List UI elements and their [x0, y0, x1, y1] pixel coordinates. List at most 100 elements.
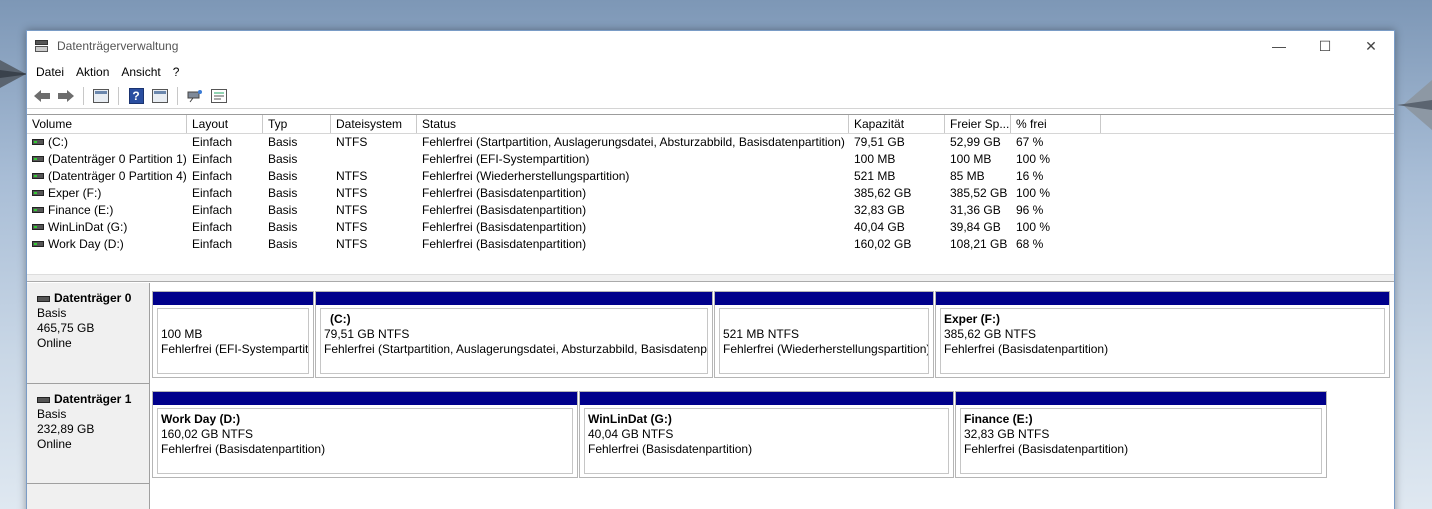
partition-bar: [715, 292, 933, 305]
partition-bar: [956, 392, 1326, 405]
partition-bar: [316, 292, 712, 305]
dateisystem-cell: NTFS: [336, 169, 368, 183]
partition-name: (C:): [330, 312, 351, 326]
layout-cell: Einfach: [192, 203, 233, 217]
column-header-prozent-frei[interactable]: % frei: [1011, 115, 1101, 133]
typ-cell: Basis: [268, 152, 298, 166]
freier-speicher-cell: 100 MB: [950, 152, 992, 166]
partition-size: 385,62 GB NTFS: [944, 327, 1037, 341]
volume-icon: [32, 156, 44, 162]
typ-cell: Basis: [268, 186, 298, 200]
volume-cell: (Datenträger 0 Partition 4): [27, 168, 187, 185]
partition-size: 32,83 GB NTFS: [964, 427, 1050, 441]
partition-c[interactable]: (C:) 79,51 GB NTFS Fehlerfrei (Startpart…: [315, 291, 713, 378]
column-header-layout[interactable]: Layout: [187, 115, 263, 133]
partition-bar: [580, 392, 953, 405]
volume-rows: (C:) Einfach Basis NTFS Fehlerfrei (Startpar…: [27, 134, 1394, 253]
disk-type: Basis: [37, 407, 67, 421]
volume-row[interactable]: Finance (E:) Einfach Basis NTFS Fehlerfrei (…: [27, 202, 1394, 219]
status-cell: Fehlerfrei (Basisdatenpartition): [422, 203, 587, 217]
prozent-frei-cell: 100 %: [1016, 220, 1051, 234]
partition-status: Fehlerfrei (Startpartition, Auslagerungs…: [324, 342, 708, 356]
partition-size: 100 MB: [161, 327, 203, 341]
partition-workday-d[interactable]: Work Day (D:) 160,02 GB NTFS Fehlerfrei …: [152, 391, 578, 478]
volume-name: (C:): [48, 135, 68, 149]
kapazitaet-cell: 160,02 GB: [854, 237, 912, 251]
volume-name: Exper (F:): [48, 186, 102, 200]
volume-row[interactable]: (Datenträger 0 Partition 4) Einfach Basis N…: [27, 168, 1394, 185]
disk-label-0[interactable]: Datenträger 0 Basis 465,75 GB Online: [27, 283, 150, 383]
disk-management-app-icon: [34, 39, 50, 53]
menu-help[interactable]: ?: [167, 65, 186, 79]
column-header-kapazitaet[interactable]: Kapazität: [849, 115, 945, 133]
disk-state: Online: [37, 336, 72, 350]
volume-row[interactable]: Exper (F:) Einfach Basis NTFS Fehlerfrei (Ba…: [27, 185, 1394, 202]
typ-cell: Basis: [268, 203, 298, 217]
disk-row-0: Datenträger 0 Basis 465,75 GB Online 100…: [27, 283, 1394, 383]
partition-efi[interactable]: 100 MB Fehlerfrei (EFI-Systempartition): [152, 291, 314, 378]
column-header-freier-speicher[interactable]: Freier Sp...: [945, 115, 1011, 133]
freier-speicher-cell: 31,36 GB: [950, 203, 1001, 217]
dateisystem-cell: NTFS: [336, 237, 368, 251]
partition-status: Fehlerfrei (Basisdatenpartition): [944, 342, 1109, 356]
menu-ansicht[interactable]: Ansicht: [115, 65, 166, 79]
kapazitaet-cell: 521 MB: [854, 169, 896, 183]
disk-size: 232,89 GB: [37, 422, 95, 436]
kapazitaet-cell: 40,04 GB: [854, 220, 905, 234]
horizontal-scrollbar[interactable]: [27, 274, 1394, 282]
maximize-button[interactable]: ☐: [1302, 31, 1348, 61]
disk-type: Basis: [37, 306, 67, 320]
disk-row-1: Datenträger 1 Basis 232,89 GB Online Wor…: [27, 383, 1394, 483]
volume-row[interactable]: Work Day (D:) Einfach Basis NTFS Fehlerfrei …: [27, 236, 1394, 253]
partition-exper-f[interactable]: Exper (F:) 385,62 GB NTFS Fehlerfrei (Ba…: [935, 291, 1390, 378]
column-header-volume[interactable]: Volume: [27, 115, 187, 133]
disk-label-1[interactable]: Datenträger 1 Basis 232,89 GB Online: [27, 383, 150, 483]
title-bar: Datenträgerverwaltung — ☐ ✕: [27, 31, 1394, 61]
volume-row[interactable]: WinLinDat (G:) Einfach Basis NTFS Fehlerfrei…: [27, 219, 1394, 236]
partition-winlindat-g[interactable]: WinLinDat (G:) 40,04 GB NTFS Fehlerfrei …: [579, 391, 954, 478]
column-header-typ[interactable]: Typ: [263, 115, 331, 133]
minimize-button[interactable]: —: [1256, 31, 1302, 61]
close-button[interactable]: ✕: [1348, 31, 1394, 61]
column-header-dateisystem[interactable]: Dateisystem: [331, 115, 417, 133]
partition-status: Fehlerfrei (EFI-Systempartition): [161, 342, 309, 356]
layout-cell: Einfach: [192, 220, 233, 234]
dateisystem-cell: NTFS: [336, 220, 368, 234]
volume-row[interactable]: (Datenträger 0 Partition 1) Einfach Basis F…: [27, 151, 1394, 168]
connect-button[interactable]: [184, 85, 206, 107]
partition-bar: [936, 292, 1389, 305]
volume-row[interactable]: (C:) Einfach Basis NTFS Fehlerfrei (Startpar…: [27, 134, 1394, 151]
disk-name: Datenträger 1: [54, 392, 132, 406]
window-title: Datenträgerverwaltung: [57, 39, 179, 53]
properties-button[interactable]: [90, 85, 112, 107]
volume-cell: Exper (F:): [27, 185, 187, 202]
volume-cell: WinLinDat (G:): [27, 219, 187, 236]
disk-icon: [37, 295, 50, 302]
partition-recovery[interactable]: 521 MB NTFS Fehlerfrei (Wiederherstellun…: [714, 291, 934, 378]
help-button[interactable]: ?: [125, 85, 147, 107]
prozent-frei-cell: 16 %: [1016, 169, 1044, 183]
settings-button[interactable]: [208, 85, 230, 107]
freier-speicher-cell: 39,84 GB: [950, 220, 1001, 234]
kapazitaet-cell: 32,83 GB: [854, 203, 905, 217]
forward-arrow-icon: [58, 89, 74, 102]
volume-name: WinLinDat (G:): [48, 220, 128, 234]
prozent-frei-cell: 100 %: [1016, 152, 1051, 166]
layout-cell: Einfach: [192, 237, 233, 251]
settings-icon: [211, 88, 227, 103]
list-view-button[interactable]: [149, 85, 171, 107]
forward-button[interactable]: [55, 85, 77, 107]
volume-name: (Datenträger 0 Partition 4): [48, 169, 187, 183]
help-icon: ?: [128, 87, 144, 104]
toolbar-separator: [177, 86, 178, 105]
partition-finance-e[interactable]: Finance (E:) 32,83 GB NTFS Fehlerfrei (B…: [955, 391, 1327, 478]
partition-size: 160,02 GB NTFS: [161, 427, 254, 441]
partition-bar: [153, 292, 313, 305]
back-button[interactable]: [31, 85, 53, 107]
toolbar: ?: [27, 83, 1394, 109]
column-header-status[interactable]: Status: [417, 115, 849, 133]
volume-icon: [32, 224, 44, 230]
layout-cell: Einfach: [192, 135, 233, 149]
menu-aktion[interactable]: Aktion: [70, 65, 115, 79]
menu-datei[interactable]: Datei: [30, 65, 70, 79]
